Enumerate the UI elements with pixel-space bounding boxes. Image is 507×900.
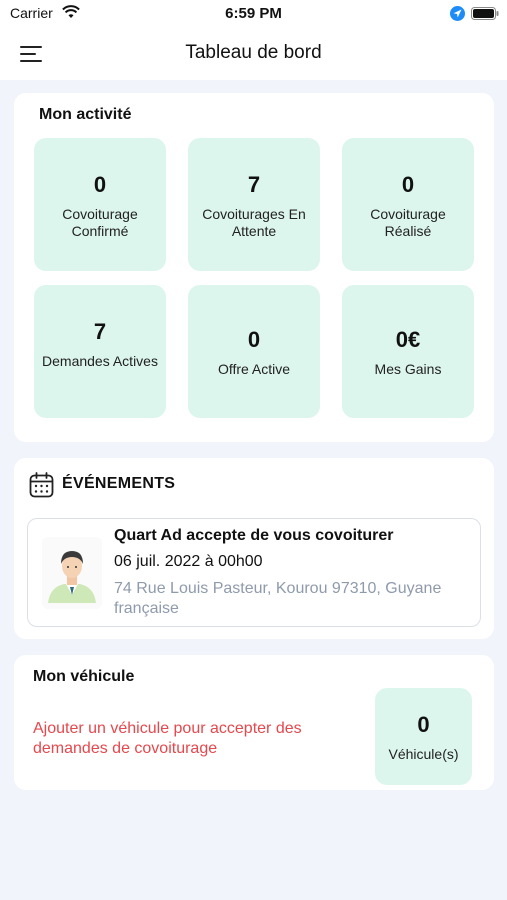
tile-label: Offre Active bbox=[217, 361, 291, 377]
event-date: 06 juil. 2022 à 00h00 bbox=[114, 553, 263, 570]
event-address: 74 Rue Louis Pasteur, Kourou 97310, Guya… bbox=[114, 580, 442, 617]
clock: 6:59 PM bbox=[225, 5, 282, 22]
vehicle-count: 0 bbox=[417, 712, 430, 737]
tile-active-offer[interactable]: 0 Offre Active bbox=[188, 285, 320, 418]
tile-value: 0 bbox=[247, 327, 261, 352]
tile-completed-rides[interactable]: 0 Covoiturage Réalisé bbox=[342, 138, 474, 271]
tile-label: Mes Gains bbox=[374, 361, 442, 377]
tile-value: 0 bbox=[93, 172, 107, 197]
tile-value: 0 bbox=[401, 172, 415, 197]
events-heading: ÉVÉNEMENTS bbox=[62, 475, 176, 492]
tile-confirmed-rides[interactable]: 0 Covoiturage Confirmé bbox=[34, 138, 166, 271]
tile-label: Covoiturage Réalisé bbox=[370, 206, 446, 239]
calendar-icon bbox=[29, 472, 54, 503]
tile-value: 7 bbox=[93, 319, 107, 344]
vehicle-card: Mon véhicule Ajouter un véhicule pour ac… bbox=[14, 655, 494, 790]
tile-earnings[interactable]: 0€ Mes Gains bbox=[342, 285, 474, 418]
tile-label: Covoiturages En Attente bbox=[202, 206, 306, 239]
tile-pending-rides[interactable]: 7 Covoiturages En Attente bbox=[188, 138, 320, 271]
vehicle-count-label: Véhicule(s) bbox=[388, 746, 459, 762]
nav-bar: Tableau de bord bbox=[0, 28, 507, 80]
tile-active-requests[interactable]: 7 Demandes Actives bbox=[34, 285, 166, 418]
tile-value: 0€ bbox=[395, 327, 421, 352]
tile-value: 7 bbox=[247, 172, 261, 197]
battery-icon bbox=[471, 7, 499, 24]
tile-label: Covoiturage Confirmé bbox=[62, 206, 138, 239]
activity-heading: Mon activité bbox=[39, 106, 132, 123]
add-vehicle-link[interactable]: Ajouter un véhicule pour accepter des de… bbox=[33, 719, 363, 759]
event-title: Quart Ad accepte de vous covoiturer bbox=[114, 527, 394, 544]
location-arrow-icon bbox=[450, 6, 465, 25]
page-title: Tableau de bord bbox=[185, 42, 322, 63]
activity-card: Mon activité 0 Covoiturage Confirmé 7 Co… bbox=[14, 93, 494, 442]
event-item[interactable]: Quart Ad accepte de vous covoiturer 06 j… bbox=[27, 518, 481, 627]
status-bar: Carrier 6:59 PM bbox=[0, 0, 507, 28]
avatar bbox=[42, 537, 102, 609]
vehicle-heading: Mon véhicule bbox=[33, 668, 135, 685]
vehicle-count-tile[interactable]: 0 Véhicule(s) bbox=[375, 688, 472, 785]
tile-label: Demandes Actives bbox=[42, 353, 158, 369]
events-card: ÉVÉNEMENTS Quart Ad accepte de vous covo… bbox=[14, 458, 494, 639]
